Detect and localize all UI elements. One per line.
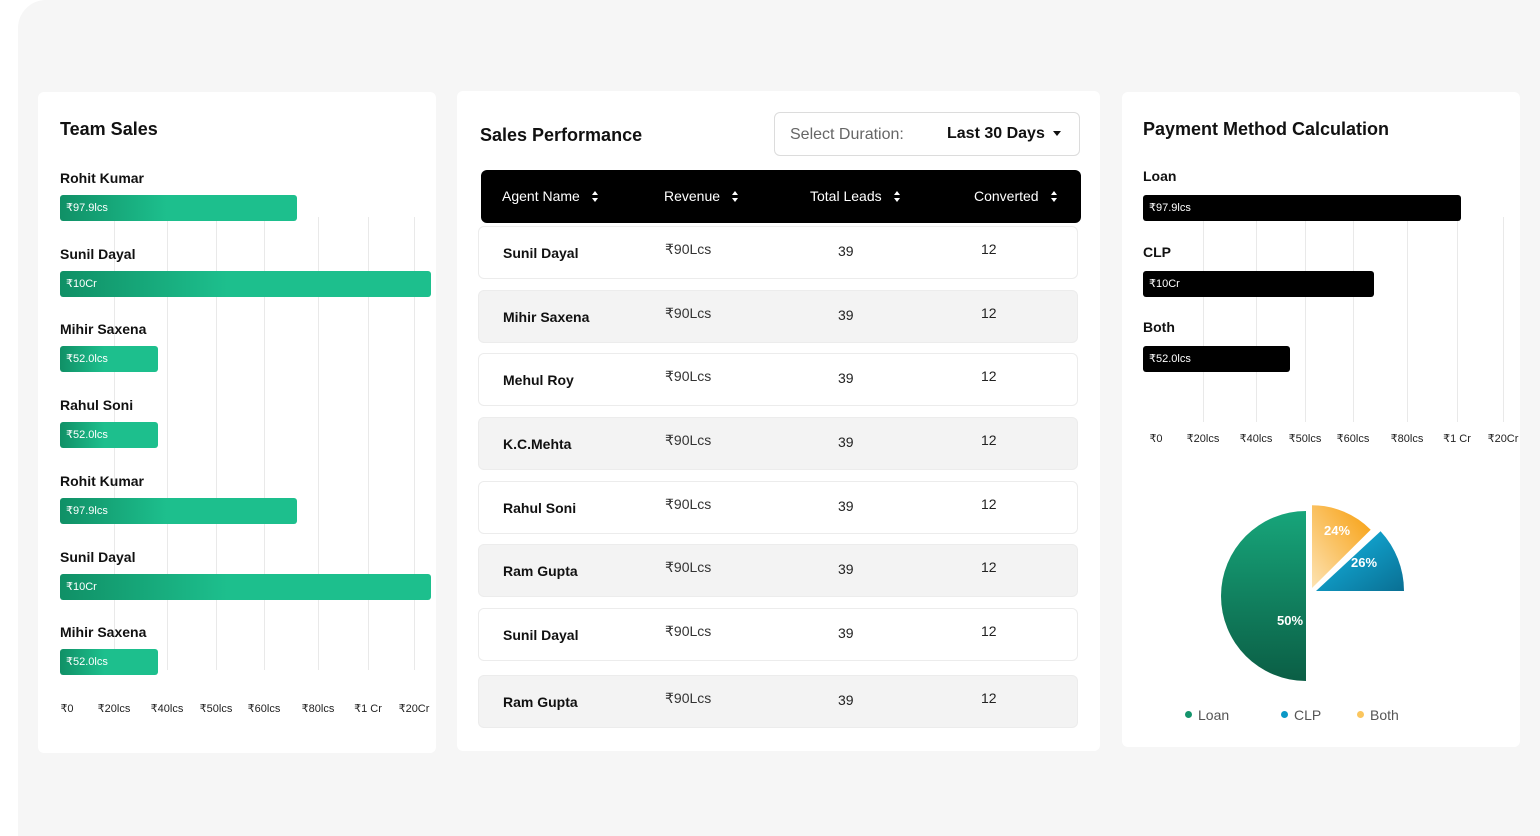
converted-cell: 12 [981, 496, 997, 512]
column-header-agent-name[interactable]: Agent Name [502, 188, 600, 204]
revenue-cell: ₹90Lcs [665, 305, 712, 321]
column-header-revenue[interactable]: Revenue [664, 188, 740, 204]
axis-tick-label: ₹0 [60, 703, 74, 715]
legend-label: Both [1370, 707, 1399, 723]
total-leads-cell: 39 [838, 434, 854, 450]
sales-performance-title: Sales Performance [480, 125, 643, 145]
total-leads-cell: 39 [838, 243, 854, 259]
table-row[interactable]: Mihir Saxena ₹90Lcs 39 12 [478, 290, 1078, 343]
team-sales-agent-name: Rahul Soni [60, 397, 134, 414]
agent-name-cell: Sunil Dayal [503, 245, 579, 261]
sort-icon [1050, 191, 1059, 203]
total-leads-cell: 39 [838, 307, 854, 323]
sort-icon [732, 191, 740, 203]
team-sales-bar: ₹97.9lcs [60, 195, 297, 221]
converted-cell: 12 [981, 305, 997, 321]
agent-name-cell: Rahul Soni [503, 500, 577, 516]
axis-tick-label: ₹60lcs [247, 703, 281, 715]
column-header-label: Converted [974, 188, 1039, 204]
table-row[interactable]: K.C.Mehta ₹90Lcs 39 12 [478, 417, 1078, 470]
total-leads-cell: 39 [838, 561, 854, 577]
axis-tick-label: ₹80lcs [301, 703, 335, 715]
team-sales-card: Team Sales Rohit Kumar ₹97.9lcs Sunil Daya… [38, 92, 436, 753]
team-sales-title: Team Sales [60, 119, 158, 139]
team-sales-agent-name: Rohit Kumar [60, 170, 144, 186]
team-sales-bar: ₹52.0lcs [60, 346, 158, 373]
legend-dot [1357, 710, 1364, 718]
total-leads-cell: 39 [838, 370, 854, 386]
axis-tick-label: ₹1 Cr [354, 703, 382, 715]
team-sales-bar: ₹97.9lcs [60, 497, 297, 524]
team-sales-agent-name: Mihir Saxena [60, 624, 147, 641]
legend-item-both[interactable]: Both [1357, 707, 1399, 723]
legend-dot [1185, 710, 1192, 718]
revenue-cell: ₹90Lcs [665, 496, 712, 512]
table-row[interactable]: Ram Gupta ₹90Lcs 39 12 [478, 675, 1078, 728]
table-row[interactable]: Rahul Soni ₹90Lcs 39 12 [478, 481, 1078, 534]
team-sales-agent-name: Rohit Kumar [60, 472, 144, 489]
table-row[interactable]: Mehul Roy ₹90Lcs 39 12 [478, 353, 1078, 406]
column-header-converted[interactable]: Converted [974, 188, 1059, 204]
agent-name-cell: K.C.Mehta [503, 436, 572, 452]
duration-select-value: Last 30 Days [947, 125, 1045, 142]
legend-dot [1281, 710, 1288, 718]
column-header-total-leads[interactable]: Total Leads [810, 188, 902, 204]
converted-cell: 12 [981, 368, 997, 384]
duration-select-label: Select Duration: [790, 126, 904, 143]
team-sales-agent-name: Mihir Saxena [60, 321, 147, 338]
column-header-label: Agent Name [502, 188, 580, 204]
axis-tick-label: ₹50lcs [199, 703, 233, 715]
agent-name-cell: Ram Gupta [503, 563, 578, 579]
agent-name-cell: Mihir Saxena [503, 309, 590, 325]
pie-label-loan: 50% [1277, 613, 1303, 628]
revenue-cell: ₹90Lcs [665, 368, 712, 384]
column-header-label: Revenue [664, 188, 721, 204]
legend-item-clp[interactable]: CLP [1281, 707, 1321, 723]
team-sales-bar: ₹52.0lcs [60, 422, 158, 449]
sort-icon [591, 191, 600, 203]
legend-item-loan[interactable]: Loan [1185, 707, 1229, 723]
legend-label: CLP [1294, 707, 1322, 723]
agent-name-cell: Mehul Roy [503, 372, 574, 388]
table-row[interactable]: Sunil Dayal ₹90Lcs 39 12 [478, 226, 1078, 279]
table-row[interactable]: Sunil Dayal ₹90Lcs 39 12 [478, 608, 1078, 661]
total-leads-cell: 39 [838, 692, 854, 708]
revenue-cell: ₹90Lcs [665, 432, 712, 448]
pie-label-both: 24% [1324, 523, 1350, 538]
converted-cell: 12 [981, 241, 997, 257]
table-header: Agent Name Revenue Total Leads Converted [481, 170, 1081, 223]
total-leads-cell: 39 [838, 498, 854, 514]
revenue-cell: ₹90Lcs [665, 623, 712, 639]
payment-pie-chart: 50% 26% 24% [1221, 505, 1404, 681]
caret-down-icon [1053, 131, 1061, 136]
axis-tick-label: ₹20lcs [97, 703, 131, 715]
duration-select[interactable]: Select Duration: Last 30 Days [774, 112, 1080, 156]
axis-tick-label: ₹40lcs [150, 703, 184, 715]
sort-icon [893, 191, 902, 203]
converted-cell: 12 [981, 690, 997, 706]
column-header-label: Total Leads [810, 188, 882, 204]
converted-cell: 12 [981, 623, 997, 639]
team-sales-bar: ₹52.0lcs [60, 649, 158, 676]
team-sales-bar: ₹10Cr [60, 270, 431, 297]
pie-slice-loan[interactable] [1221, 511, 1306, 681]
team-sales-bar: ₹10Cr [60, 573, 431, 600]
table-row[interactable]: Ram Gupta ₹90Lcs 39 12 [478, 544, 1078, 597]
sales-performance-card: Sales Performance Select Duration: Last … [457, 91, 1100, 751]
revenue-cell: ₹90Lcs [665, 241, 712, 257]
team-sales-agent-name: Sunil Dayal [60, 548, 136, 565]
legend-label: Loan [1198, 707, 1230, 723]
agent-name-cell: Ram Gupta [503, 694, 578, 710]
payment-method-card: Payment Method Calculation Loan ₹97.9lcs C… [1122, 92, 1520, 747]
converted-cell: 12 [981, 432, 997, 448]
total-leads-cell: 39 [838, 625, 854, 641]
revenue-cell: ₹90Lcs [665, 559, 712, 575]
team-sales-agent-name: Sunil Dayal [60, 245, 136, 262]
axis-tick-label: ₹20Cr [398, 703, 430, 715]
pie-label-clp: 26% [1351, 555, 1377, 570]
converted-cell: 12 [981, 559, 997, 575]
agent-name-cell: Sunil Dayal [503, 627, 579, 643]
revenue-cell: ₹90Lcs [665, 690, 712, 706]
